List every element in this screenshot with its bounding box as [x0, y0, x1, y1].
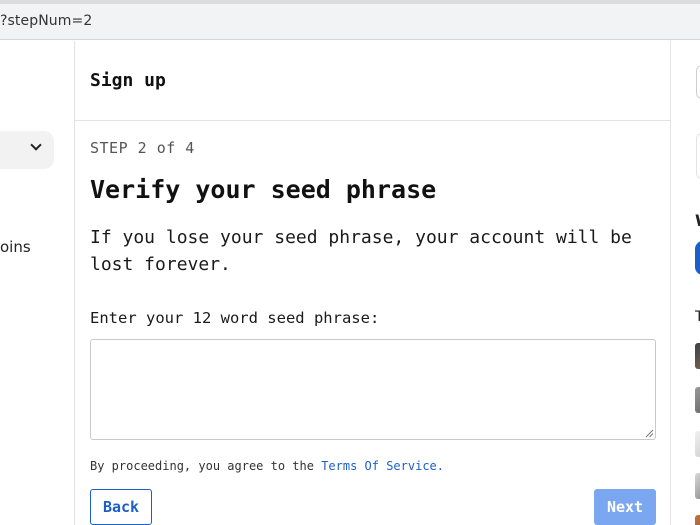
- signup-panel: Sign up STEP 2 of 4 Verify your seed phr…: [74, 41, 671, 525]
- seed-phrase-input[interactable]: [90, 339, 656, 440]
- step-title: Verify your seed phrase: [90, 175, 437, 204]
- warning-text: If you lose your seed phrase, your accou…: [90, 227, 632, 275]
- sidebar-dropdown[interactable]: [0, 131, 54, 169]
- search-box[interactable]: [696, 65, 700, 99]
- address-bar[interactable]: ?stepNum=2: [0, 4, 700, 40]
- right-sidebar: W T: [672, 41, 700, 525]
- left-sidebar: oins: [0, 41, 74, 525]
- url-text[interactable]: ?stepNum=2: [0, 13, 92, 29]
- step-indicator: STEP 2 of 4: [90, 139, 195, 157]
- terms-notice: By proceeding, you agree to the Terms Of…: [90, 459, 444, 473]
- avatar[interactable]: [695, 343, 700, 369]
- avatar[interactable]: [695, 387, 700, 413]
- section-heading: T: [695, 309, 700, 325]
- action-button[interactable]: [695, 241, 700, 275]
- sidebar-item-label[interactable]: oins: [0, 238, 31, 256]
- avatar[interactable]: [695, 431, 700, 457]
- panel-header: Sign up: [75, 41, 670, 121]
- next-button[interactable]: Next: [594, 489, 656, 525]
- seed-phrase-label: Enter your 12 word seed phrase:: [90, 309, 380, 327]
- page-title: Sign up: [90, 70, 166, 91]
- terms-link[interactable]: Terms Of Service.: [321, 459, 444, 473]
- terms-prefix: By proceeding, you agree to the: [90, 459, 322, 473]
- info-card: [696, 133, 700, 179]
- resize-handle-icon[interactable]: [645, 429, 654, 438]
- avatar[interactable]: [695, 473, 700, 499]
- chevron-down-icon: [30, 139, 42, 151]
- section-heading: W: [695, 211, 700, 230]
- back-button[interactable]: Back: [90, 489, 152, 525]
- avatar[interactable]: [695, 515, 700, 525]
